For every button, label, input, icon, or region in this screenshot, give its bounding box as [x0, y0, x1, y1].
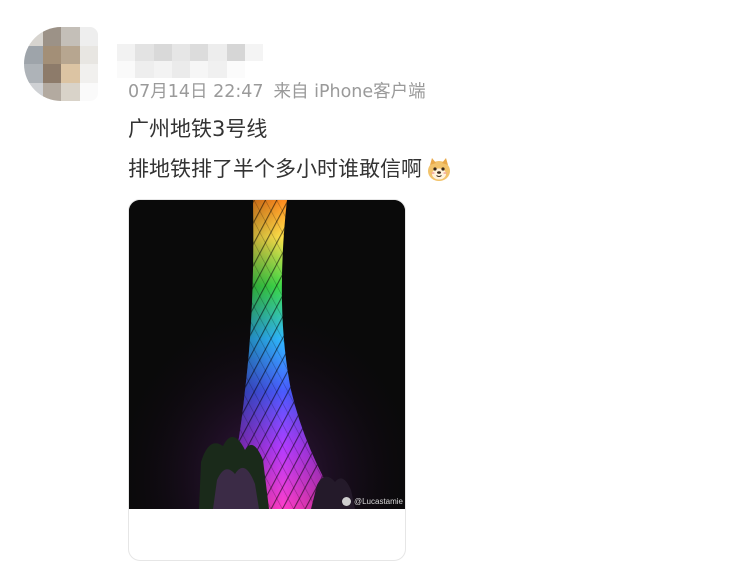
- post-text-line-1: 广州地铁3号线: [128, 117, 268, 141]
- post-timestamp[interactable]: 07月14日 22:47: [128, 82, 264, 102]
- doge-emoji-icon: [426, 156, 452, 182]
- post-meta: 07月14日 22:47 来自 iPhone客户端: [128, 80, 426, 104]
- weibo-icon: [341, 497, 351, 506]
- post-image-card[interactable]: @Lucastamie: [128, 199, 406, 561]
- post-text-line-2-content: 排地铁排了半个多小时谁敢信啊: [128, 157, 422, 181]
- watermark-text: @Lucastamie: [353, 497, 403, 506]
- image-watermark: @Lucastamie: [341, 497, 403, 506]
- post-text-line-2: 排地铁排了半个多小时谁敢信啊: [128, 155, 452, 183]
- post-image-tower[interactable]: @Lucastamie: [129, 200, 405, 509]
- avatar[interactable]: [24, 27, 98, 101]
- username-blurred[interactable]: [117, 44, 263, 78]
- post-source[interactable]: 来自 iPhone客户端: [274, 82, 426, 102]
